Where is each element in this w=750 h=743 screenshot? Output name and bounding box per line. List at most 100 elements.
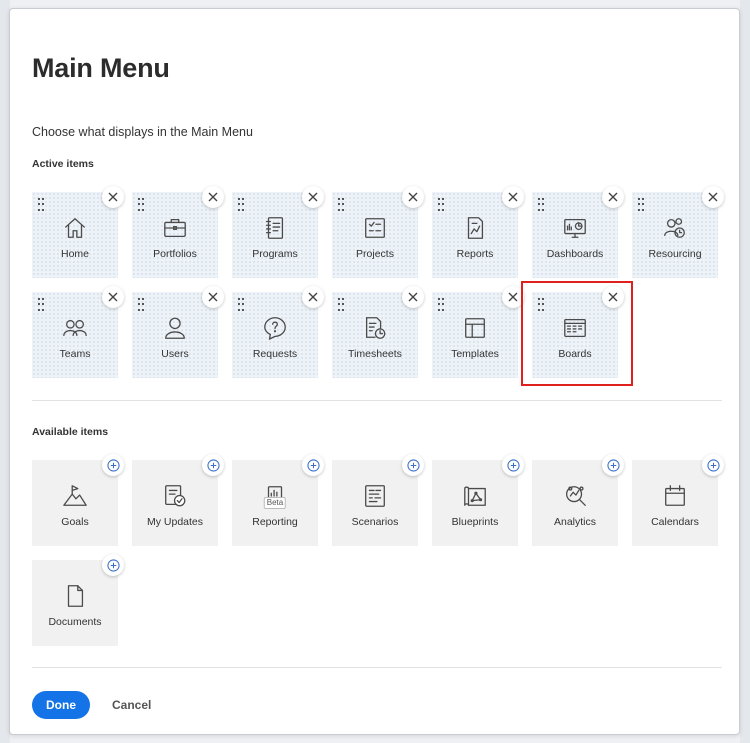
tile-label: Projects	[356, 248, 394, 260]
available-tile-scenarios[interactable]: Scenarios	[332, 454, 424, 546]
active-tile-users[interactable]: Users	[132, 286, 224, 378]
notebook-icon	[261, 214, 289, 242]
remove-boards-button[interactable]	[602, 286, 624, 308]
close-icon	[708, 192, 718, 202]
briefcase-icon	[161, 214, 189, 242]
remove-dashboards-button[interactable]	[602, 186, 624, 208]
add-scenarios-button[interactable]	[402, 454, 424, 476]
timesheet-icon	[361, 314, 389, 342]
drag-handle-icon[interactable]	[338, 298, 344, 312]
active-tile-programs[interactable]: Programs	[232, 186, 324, 278]
add-analytics-button[interactable]	[602, 454, 624, 476]
drag-handle-icon[interactable]	[538, 198, 544, 212]
available-tile-blueprints[interactable]: Blueprints	[432, 454, 524, 546]
active-tile-timesheets[interactable]: Timesheets	[332, 286, 424, 378]
drag-handle-icon[interactable]	[38, 198, 44, 212]
section-divider	[32, 400, 722, 401]
close-icon	[308, 292, 318, 302]
drag-handle-icon[interactable]	[238, 298, 244, 312]
updates-icon	[161, 482, 189, 510]
active-tile-teams[interactable]: Teams	[32, 286, 124, 378]
cancel-button[interactable]: Cancel	[106, 691, 157, 719]
available-tile-analytics[interactable]: Analytics	[532, 454, 624, 546]
dashboard-icon	[561, 214, 589, 242]
footer-divider	[32, 667, 722, 668]
plus-circle-icon	[506, 458, 520, 472]
remove-programs-button[interactable]	[302, 186, 324, 208]
close-icon	[108, 192, 118, 202]
tile-label: Calendars	[651, 516, 699, 528]
tile-label: Documents	[48, 616, 102, 628]
remove-reports-button[interactable]	[502, 186, 524, 208]
available-tile-reporting[interactable]: Beta Reporting	[232, 454, 324, 546]
remove-timesheets-button[interactable]	[402, 286, 424, 308]
add-my-updates-button[interactable]	[202, 454, 224, 476]
active-tile-portfolios[interactable]: Portfolios	[132, 186, 224, 278]
active-tile-projects[interactable]: Projects	[332, 186, 424, 278]
blueprints-icon	[461, 482, 489, 510]
dialog-subtitle: Choose what displays in the Main Menu	[32, 125, 253, 139]
tile-label: Scenarios	[351, 516, 399, 528]
active-tile-dashboards[interactable]: Dashboards	[532, 186, 624, 278]
teams-icon	[61, 314, 89, 342]
drag-handle-icon[interactable]	[338, 198, 344, 212]
active-tile-reports[interactable]: Reports	[432, 186, 524, 278]
tile-label: Portfolios	[153, 248, 197, 260]
tile-label: Programs	[252, 248, 298, 260]
scenarios-icon	[361, 482, 389, 510]
remove-resourcing-button[interactable]	[702, 186, 724, 208]
drag-handle-icon[interactable]	[238, 198, 244, 212]
close-icon	[208, 292, 218, 302]
close-icon	[208, 192, 218, 202]
drag-handle-icon[interactable]	[138, 298, 144, 312]
active-tile-requests[interactable]: Requests	[232, 286, 324, 378]
drag-handle-icon[interactable]	[538, 298, 544, 312]
remove-requests-button[interactable]	[302, 286, 324, 308]
drag-handle-icon[interactable]	[438, 198, 444, 212]
goals-icon	[61, 482, 89, 510]
remove-projects-button[interactable]	[402, 186, 424, 208]
available-tile-documents[interactable]: Documents	[32, 554, 124, 646]
remove-portfolios-button[interactable]	[202, 186, 224, 208]
active-tile-home[interactable]: Home	[32, 186, 124, 278]
add-goals-button[interactable]	[102, 454, 124, 476]
done-button[interactable]: Done	[32, 691, 90, 719]
drag-handle-icon[interactable]	[438, 298, 444, 312]
plus-circle-icon	[706, 458, 720, 472]
drag-handle-icon[interactable]	[38, 298, 44, 312]
available-tile-calendars[interactable]: Calendars	[632, 454, 724, 546]
available-tile-my-updates[interactable]: My Updates	[132, 454, 224, 546]
add-documents-button[interactable]	[102, 554, 124, 576]
plus-circle-icon	[606, 458, 620, 472]
active-items-grid: Home Portfolios Programs Projects Reports Das…	[32, 186, 724, 378]
tile-label: Users	[161, 348, 189, 360]
add-reporting-button[interactable]	[302, 454, 324, 476]
request-icon	[261, 314, 289, 342]
analytics-icon	[561, 482, 589, 510]
tile-label: Dashboards	[546, 248, 604, 260]
add-calendars-button[interactable]	[702, 454, 724, 476]
available-tile-goals[interactable]: Goals	[32, 454, 124, 546]
remove-templates-button[interactable]	[502, 286, 524, 308]
active-items-heading: Active items	[32, 158, 94, 170]
remove-home-button[interactable]	[102, 186, 124, 208]
tile-label: Templates	[451, 348, 499, 360]
active-tile-resourcing[interactable]: Resourcing	[632, 186, 724, 278]
add-blueprints-button[interactable]	[502, 454, 524, 476]
plus-circle-icon	[406, 458, 420, 472]
plus-circle-icon	[106, 458, 120, 472]
active-tile-templates[interactable]: Templates	[432, 286, 524, 378]
drag-handle-icon[interactable]	[138, 198, 144, 212]
plus-circle-icon	[306, 458, 320, 472]
tile-label: Goals	[61, 516, 89, 528]
plus-circle-icon	[106, 558, 120, 572]
checklist-icon	[361, 214, 389, 242]
active-tile-boards[interactable]: Boards	[532, 286, 624, 378]
available-items-heading: Available items	[32, 426, 109, 438]
tile-label: Home	[60, 248, 89, 260]
available-items-grid: Goals My Updates Beta Reporting Scenarios Blu…	[32, 454, 724, 646]
remove-teams-button[interactable]	[102, 286, 124, 308]
tile-label: Resourcing	[648, 248, 702, 260]
remove-users-button[interactable]	[202, 286, 224, 308]
drag-handle-icon[interactable]	[638, 198, 644, 212]
